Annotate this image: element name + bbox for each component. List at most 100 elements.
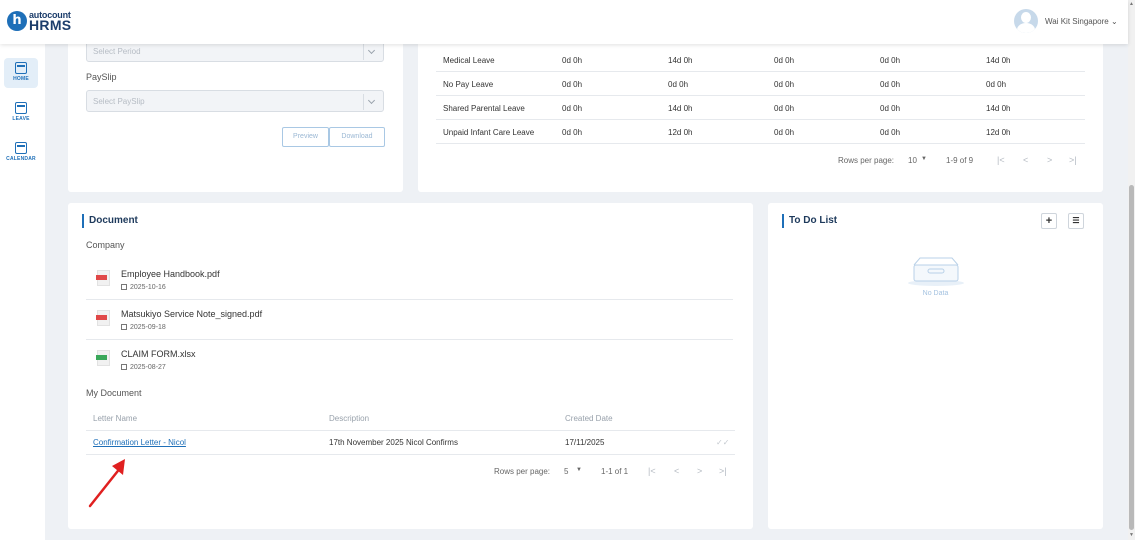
list-icon[interactable]: ☰	[1068, 213, 1084, 229]
table-row: Shared Parental Leave 0d 0h 14d 0h 0d 0h…	[436, 96, 1085, 120]
rows-per-page-select[interactable]: 5	[564, 467, 568, 476]
period-placeholder: Select Period	[93, 47, 141, 56]
calendar-icon	[121, 364, 127, 370]
leave-type: Shared Parental Leave	[443, 104, 525, 113]
leave-value: 14d 0h	[986, 56, 1011, 65]
sidebar: HOME LEAVE CALENDAR	[0, 44, 45, 540]
leave-value: 0d 0h	[774, 80, 795, 89]
next-page-icon[interactable]: >	[1047, 155, 1052, 165]
file-item[interactable]: Matsukiyo Service Note_signed.pdf 2025-0…	[86, 300, 733, 340]
letter-link[interactable]: Confirmation Letter - Nicol	[93, 438, 186, 447]
prev-page-icon[interactable]: <	[674, 466, 679, 476]
leave-value: 0d 0h	[562, 56, 583, 65]
letter-date: 17/11/2025	[565, 438, 605, 447]
scroll-down-icon[interactable]: ▼	[1129, 532, 1134, 538]
last-page-icon[interactable]: >|	[719, 466, 727, 476]
table-row: Unpaid Infant Care Leave 0d 0h 12d 0h 0d…	[436, 120, 1085, 144]
payslip-placeholder: Select PaySlip	[93, 97, 145, 106]
payslip-card: Select Period PaySlip Select PaySlip Pre…	[68, 30, 403, 192]
file-date: 2025-09-18	[121, 324, 166, 331]
company-label: Company	[86, 240, 125, 250]
payslip-label: PaySlip	[86, 72, 117, 82]
file-date: 2025-08-27	[121, 364, 166, 371]
signed-icon[interactable]: ✓✓	[716, 438, 729, 447]
file-name[interactable]: CLAIM FORM.xlsx	[121, 349, 196, 359]
rows-per-page-label: Rows per page:	[494, 467, 551, 476]
pdf-file-icon	[96, 270, 110, 286]
add-todo-button[interactable]: +	[1041, 213, 1057, 229]
sidebar-item-leave[interactable]: LEAVE	[4, 98, 38, 128]
file-name[interactable]: Employee Handbook.pdf	[121, 269, 220, 279]
leave-value: 0d 0h	[880, 104, 901, 113]
leave-value: 0d 0h	[562, 80, 583, 89]
leave-value: 14d 0h	[986, 104, 1011, 113]
scrollbar[interactable]: ▲ ▼	[1128, 0, 1135, 540]
first-page-icon[interactable]: |<	[997, 155, 1005, 165]
leave-value: 0d 0h	[774, 56, 795, 65]
card-title: Document	[82, 214, 138, 228]
sidebar-item-calendar[interactable]: CALENDAR	[4, 138, 38, 168]
file-date: 2025-10-16	[121, 284, 166, 291]
pagination-range: 1-1 of 1	[601, 467, 629, 476]
sidebar-item-label: LEAVE	[12, 116, 30, 122]
divider	[86, 430, 735, 431]
file-name[interactable]: Matsukiyo Service Note_signed.pdf	[121, 309, 262, 319]
chevron-down-icon[interactable]	[363, 94, 379, 110]
pagination-range: 1-9 of 9	[946, 156, 974, 165]
leave-icon	[15, 102, 27, 114]
calendar-icon	[15, 142, 27, 154]
leave-type: Unpaid Infant Care Leave	[443, 128, 535, 137]
leave-value: 0d 0h	[880, 56, 901, 65]
leave-type: Medical Leave	[443, 56, 495, 65]
caret-down-icon[interactable]: ▼	[921, 156, 927, 162]
letter-description: 17th November 2025 Nicol Confirms	[329, 438, 458, 447]
leave-value: 0d 0h	[774, 128, 795, 137]
empty-state-text: No Data	[922, 290, 949, 297]
payslip-select[interactable]: Select PaySlip	[86, 90, 384, 112]
download-button[interactable]: Download	[329, 127, 385, 147]
chevron-down-icon[interactable]	[363, 44, 379, 60]
scrollbar-thumb[interactable]	[1129, 185, 1134, 530]
my-document-label: My Document	[86, 388, 142, 398]
sidebar-item-home[interactable]: HOME	[4, 58, 38, 88]
logo-icon[interactable]: h	[7, 11, 27, 31]
file-item[interactable]: CLAIM FORM.xlsx 2025-08-27	[86, 340, 733, 380]
leave-value: 0d 0h	[880, 80, 901, 89]
divider	[86, 454, 735, 455]
leave-value: 0d 0h	[880, 128, 901, 137]
leave-value: 0d 0h	[562, 104, 583, 113]
todo-card: To Do List + ☰ No Data	[768, 203, 1103, 529]
leave-value: 14d 0h	[668, 56, 693, 65]
leave-value: 0d 0h	[562, 128, 583, 137]
column-header[interactable]: Letter Name	[93, 414, 137, 423]
table-row: No Pay Leave 0d 0h 0d 0h 0d 0h 0d 0h 0d …	[436, 72, 1085, 96]
sidebar-item-label: CALENDAR	[6, 156, 36, 162]
logo-product: HRMS	[29, 17, 72, 33]
sidebar-item-label: HOME	[13, 76, 29, 82]
leave-type: No Pay Leave	[443, 80, 494, 89]
empty-box-icon	[908, 257, 964, 286]
scroll-up-icon[interactable]: ▲	[1129, 1, 1134, 7]
next-page-icon[interactable]: >	[697, 466, 702, 476]
table-row: Medical Leave 0d 0h 14d 0h 0d 0h 0d 0h 1…	[436, 48, 1085, 72]
file-item[interactable]: Employee Handbook.pdf 2025-10-16	[86, 260, 733, 300]
prev-page-icon[interactable]: <	[1023, 155, 1028, 165]
leave-value: 14d 0h	[668, 104, 693, 113]
column-header[interactable]: Created Date	[565, 414, 613, 423]
avatar[interactable]	[1014, 9, 1038, 33]
annotation-arrow-icon	[88, 459, 125, 508]
preview-button[interactable]: Preview	[282, 127, 329, 147]
column-header[interactable]: Description	[329, 414, 369, 423]
last-page-icon[interactable]: >|	[1069, 155, 1077, 165]
user-menu[interactable]: Wai Kit Singapore ⌄	[1045, 17, 1118, 26]
leave-value: 12d 0h	[986, 128, 1011, 137]
card-title: To Do List	[782, 214, 837, 228]
leave-value: 0d 0h	[774, 104, 795, 113]
rows-per-page-select[interactable]: 10	[908, 156, 917, 165]
caret-down-icon[interactable]: ▼	[576, 467, 582, 473]
first-page-icon[interactable]: |<	[648, 466, 656, 476]
rows-per-page-label: Rows per page:	[838, 156, 895, 165]
leave-value: 12d 0h	[668, 128, 693, 137]
calendar-icon	[121, 284, 127, 290]
leave-value: 0d 0h	[668, 80, 689, 89]
